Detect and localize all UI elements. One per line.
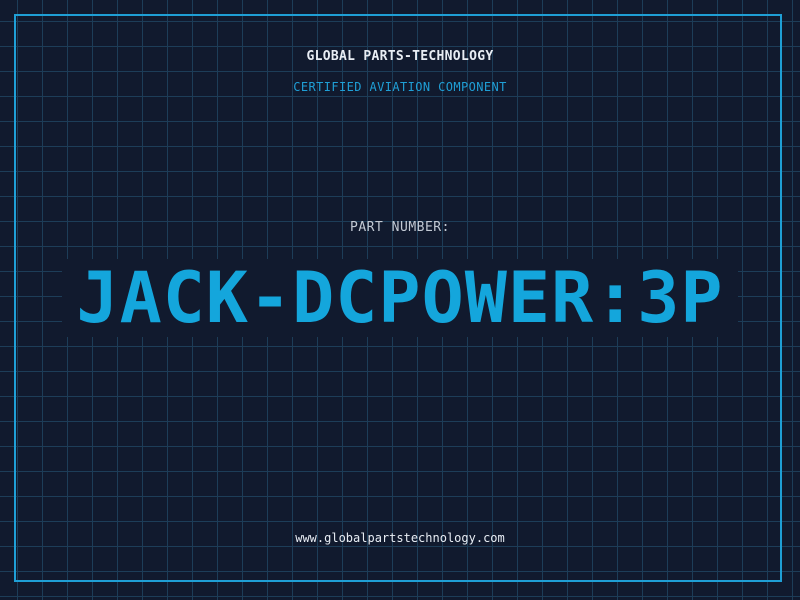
certificate-canvas: GLOBAL PARTS-TECHNOLOGY CERTIFIED AVIATI… xyxy=(0,0,800,600)
website-url: www.globalpartstechnology.com xyxy=(295,531,505,545)
certification-subtitle: CERTIFIED AVIATION COMPONENT xyxy=(293,80,507,94)
brand-title: GLOBAL PARTS-TECHNOLOGY xyxy=(306,49,494,64)
part-number-panel: JACK-DCPOWER:3P xyxy=(62,259,738,337)
part-number-label: PART NUMBER: xyxy=(350,220,450,235)
part-number-value: JACK-DCPOWER:3P xyxy=(76,257,724,339)
